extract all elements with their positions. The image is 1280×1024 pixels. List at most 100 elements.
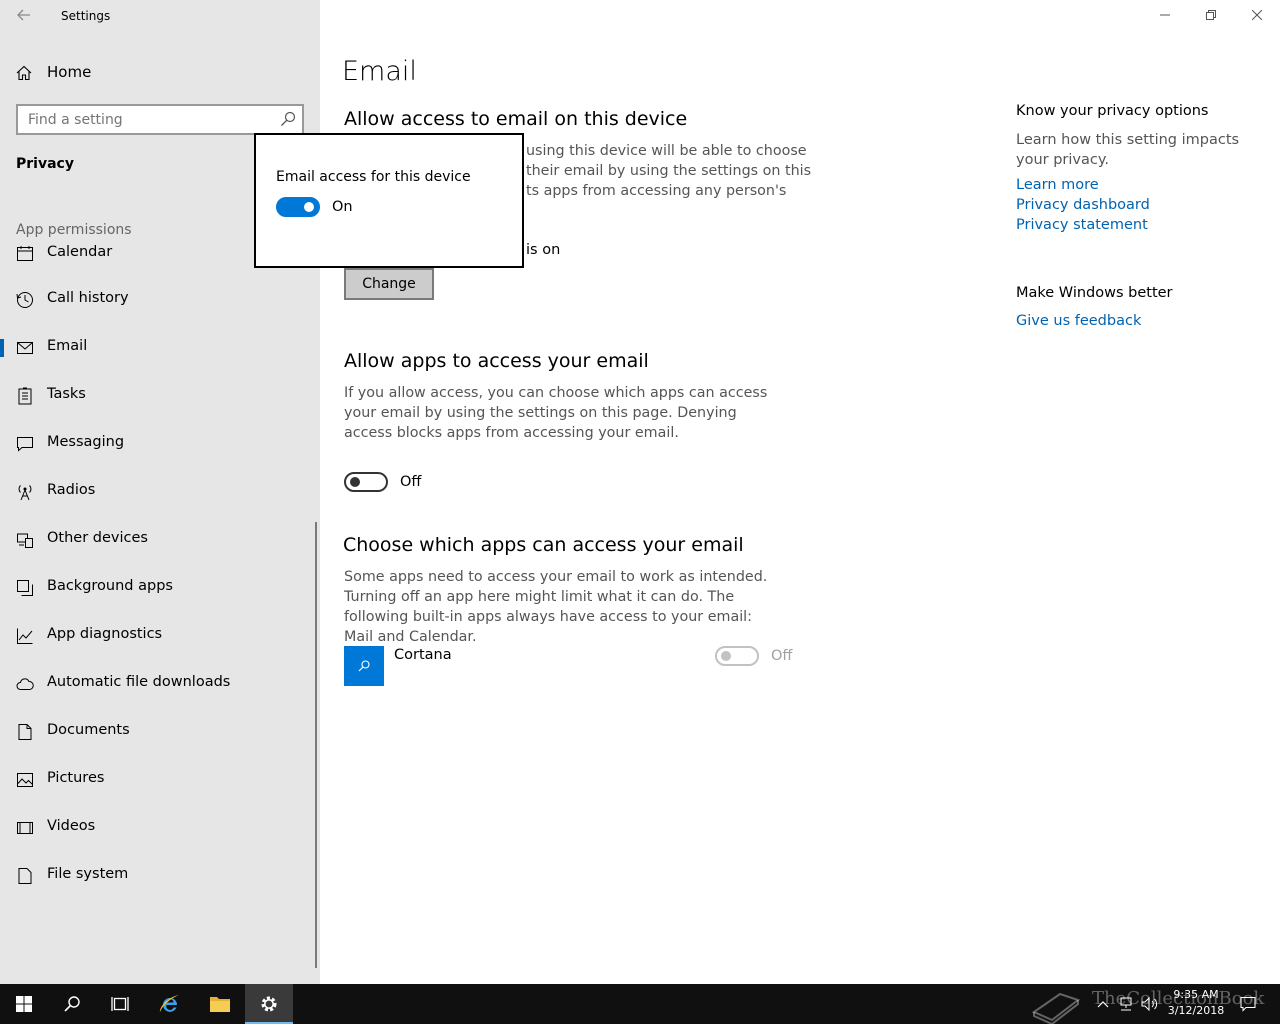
sidebar-item-email[interactable]: Email xyxy=(0,326,316,370)
email-access-flyout: Email access for this device On xyxy=(254,133,524,268)
sidebar-item-label: Messaging xyxy=(47,434,125,450)
file-system-icon xyxy=(18,868,32,884)
sidebar-item-file-system[interactable]: File system xyxy=(0,854,316,898)
task-view-button[interactable] xyxy=(96,984,144,1024)
section-heading-device-access: Allow access to email on this device xyxy=(344,108,688,130)
back-arrow-icon xyxy=(17,9,30,21)
settings-taskbar-button[interactable] xyxy=(245,984,293,1024)
sidebar-item-label: Tasks xyxy=(47,386,86,402)
radios-icon xyxy=(18,485,32,501)
privacy-dashboard-link[interactable]: Privacy dashboard xyxy=(1016,197,1150,213)
privacy-options-text: Learn how this setting impacts your priv… xyxy=(1016,132,1240,168)
chevron-up-icon xyxy=(1097,1001,1109,1008)
sidebar-item-other-devices[interactable]: Other devices xyxy=(0,518,316,562)
cortana-toggle-state: Off xyxy=(771,648,793,664)
network-tray-button[interactable] xyxy=(1114,984,1138,1024)
taskbar-search-button[interactable] xyxy=(48,984,96,1024)
back-button[interactable] xyxy=(12,5,36,27)
section-heading-choose-apps: Choose which apps can access your email xyxy=(343,534,744,556)
learn-more-link[interactable]: Learn more xyxy=(1016,177,1099,193)
show-hidden-icons-button[interactable] xyxy=(1092,984,1114,1024)
section-title: Privacy xyxy=(16,156,74,172)
page-title: Email xyxy=(342,56,417,87)
email-icon xyxy=(17,342,33,354)
sidebar-item-label: Automatic file downloads xyxy=(47,674,231,690)
home-icon xyxy=(16,65,32,81)
section-heading-allow-apps: Allow apps to access your email xyxy=(344,350,649,372)
sidebar-item-label: Documents xyxy=(47,722,130,738)
sidebar-item-pictures[interactable]: Pictures xyxy=(0,758,316,802)
app-title: Settings xyxy=(61,9,111,23)
sidebar-item-radios[interactable]: Radios xyxy=(0,470,316,514)
search-icon xyxy=(358,660,370,672)
sidebar-item-documents[interactable]: Documents xyxy=(0,710,316,754)
sidebar-item-automatic-file-downloads[interactable]: Automatic file downloads xyxy=(0,662,316,706)
sidebar-item-label: Email xyxy=(47,338,88,354)
background-apps-icon xyxy=(17,580,33,596)
volume-tray-button[interactable] xyxy=(1138,984,1162,1024)
sidebar-scrollbar[interactable] xyxy=(315,522,317,968)
home-label: Home xyxy=(47,63,92,81)
speaker-icon xyxy=(1141,997,1158,1011)
close-button[interactable] xyxy=(1234,0,1280,32)
sidebar-item-label: Calendar xyxy=(47,244,113,260)
close-icon xyxy=(1251,9,1263,21)
search-box[interactable] xyxy=(16,104,304,135)
restore-icon xyxy=(1206,10,1216,20)
tasks-icon xyxy=(18,387,32,405)
give-feedback-link[interactable]: Give us feedback xyxy=(1016,313,1141,329)
sidebar-item-home[interactable]: Home xyxy=(0,56,320,90)
app-name-cortana: Cortana xyxy=(394,647,452,663)
description-line: using this device will be able to choose xyxy=(526,143,807,159)
internet-explorer-icon xyxy=(159,995,179,1012)
change-button[interactable]: Change xyxy=(344,268,434,300)
sidebar-item-messaging[interactable]: Messaging xyxy=(0,422,316,466)
action-center-button[interactable] xyxy=(1234,984,1262,1024)
start-button[interactable] xyxy=(0,984,48,1024)
section-description-choose-apps: Some apps need to access your email to w… xyxy=(344,569,768,645)
minimize-icon xyxy=(1160,14,1170,16)
search-input[interactable] xyxy=(18,106,268,133)
book-logo-icon xyxy=(1031,992,1081,1024)
allow-apps-toggle[interactable] xyxy=(344,472,388,492)
gear-icon xyxy=(261,996,277,1012)
sidebar-item-label: Call history xyxy=(47,290,129,306)
calendar-icon xyxy=(17,246,33,261)
email-access-toggle[interactable] xyxy=(276,197,320,217)
windows-logo-icon xyxy=(16,996,32,1012)
videos-icon xyxy=(17,822,33,834)
cortana-toggle[interactable] xyxy=(715,646,759,666)
sidebar-item-background-apps[interactable]: Background apps xyxy=(0,566,316,610)
edge-browser-button[interactable] xyxy=(146,984,194,1024)
sidebar-item-label: Background apps xyxy=(47,578,173,594)
make-windows-better-heading: Make Windows better xyxy=(1016,285,1173,301)
cloud-icon xyxy=(16,678,34,690)
sidebar-item-app-diagnostics[interactable]: App diagnostics xyxy=(0,614,316,658)
sidebar-item-tasks[interactable]: Tasks xyxy=(0,374,316,418)
task-view-icon xyxy=(111,997,129,1011)
maximize-button[interactable] xyxy=(1188,0,1234,32)
file-explorer-button[interactable] xyxy=(196,984,244,1024)
sidebar-item-label: Other devices xyxy=(47,530,148,546)
cortana-app-icon xyxy=(344,646,384,686)
device-access-status: is on xyxy=(526,242,561,258)
call-history-icon xyxy=(16,292,33,308)
group-title: App permissions xyxy=(16,222,132,238)
sidebar-item-call-history[interactable]: Call history xyxy=(0,278,316,322)
description-line: their email by using the settings on thi… xyxy=(526,163,812,179)
sidebar-item-videos[interactable]: Videos xyxy=(0,806,316,850)
messaging-icon xyxy=(17,437,33,452)
search-icon[interactable] xyxy=(280,111,296,127)
sidebar-item-label: File system xyxy=(47,866,129,882)
flyout-title: Email access for this device xyxy=(276,169,471,185)
sidebar-item-label: Videos xyxy=(47,818,96,834)
sidebar-item-label: Pictures xyxy=(47,770,105,786)
pictures-icon xyxy=(17,773,33,787)
clock-date: 3/12/2018 xyxy=(1167,1004,1225,1017)
clock-time: 9:35 AM xyxy=(1173,988,1219,1001)
minimize-button[interactable] xyxy=(1142,0,1188,32)
app-diagnostics-icon xyxy=(17,628,33,644)
taskbar: TheCollectionBook 9:35 AM 3/12/2018 xyxy=(0,984,1280,1024)
privacy-statement-link[interactable]: Privacy statement xyxy=(1016,217,1148,233)
taskbar-clock[interactable]: 9:35 AM 3/12/2018 xyxy=(1162,987,1230,1019)
